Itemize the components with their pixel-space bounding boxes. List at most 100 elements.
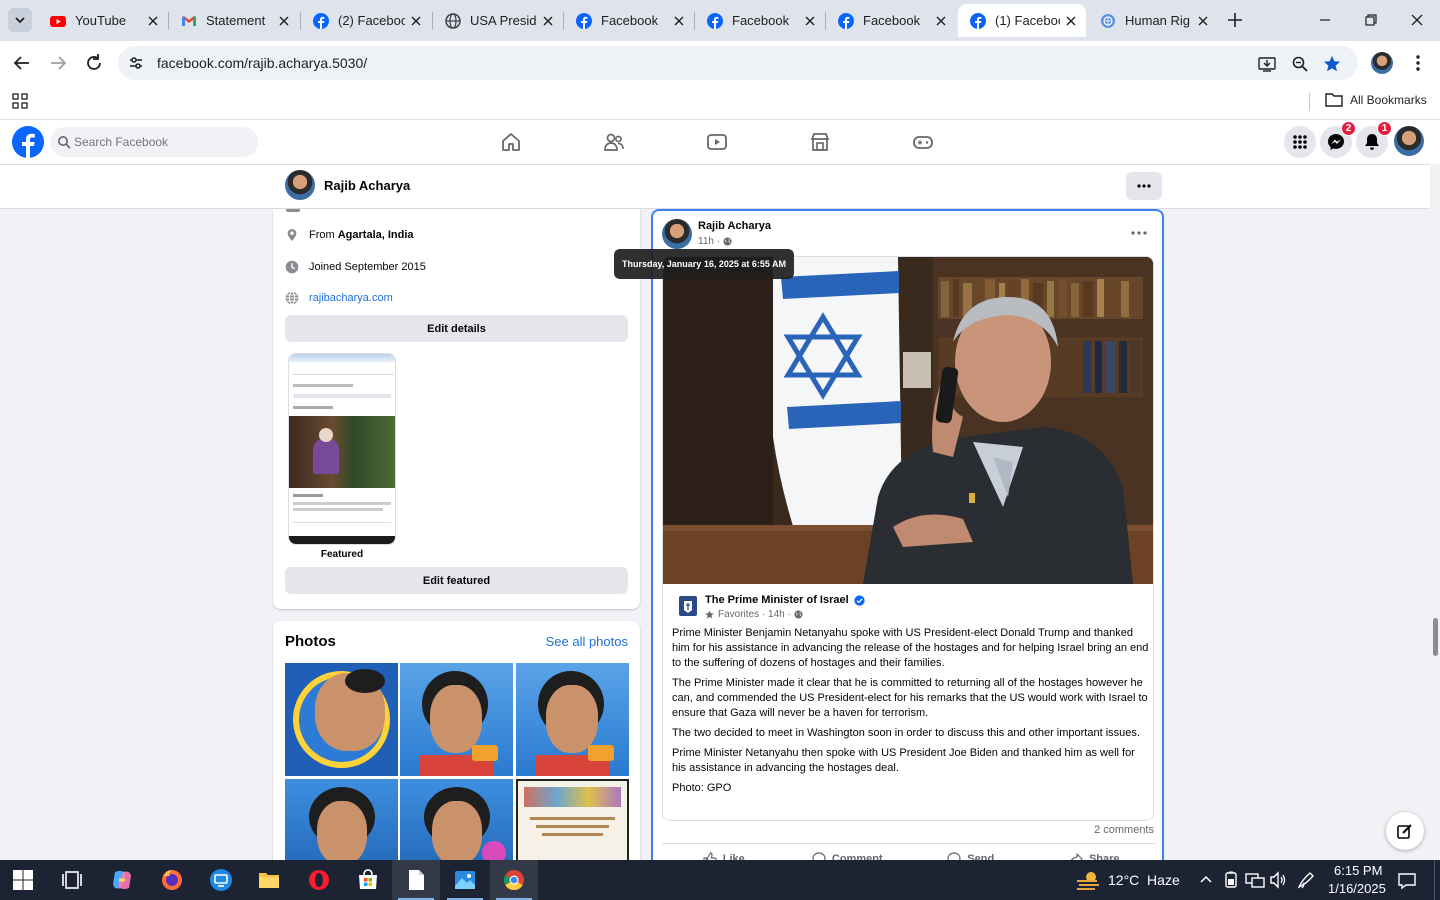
- copilot-icon[interactable]: [110, 868, 134, 892]
- shared-page-name[interactable]: The Prime Minister of Israel: [705, 594, 865, 606]
- facebook-search-input[interactable]: [74, 131, 249, 153]
- video-icon[interactable]: [706, 131, 728, 153]
- file-explorer-icon[interactable]: [257, 868, 281, 892]
- restore-icon[interactable]: [1361, 10, 1381, 30]
- clock-date[interactable]: 1/16/2025: [1328, 881, 1386, 896]
- comments-count[interactable]: 2 comments: [1094, 824, 1154, 836]
- post-photo[interactable]: [663, 257, 1153, 584]
- microsoft-store-icon[interactable]: [356, 868, 380, 892]
- install-app-icon[interactable]: [1258, 55, 1276, 73]
- apps-grid-icon[interactable]: [12, 93, 28, 109]
- browser-tab-usa-president[interactable]: USA Preside: [433, 4, 563, 37]
- browser-tab-facebook-2[interactable]: (2) Faceboo: [301, 4, 431, 37]
- new-tab-plus-icon[interactable]: [1226, 11, 1244, 29]
- close-icon[interactable]: [672, 14, 686, 28]
- network-icon[interactable]: [1245, 871, 1265, 889]
- shared-post[interactable]: The Prime Minister of Israel Favorites ·…: [662, 256, 1154, 821]
- opera-icon[interactable]: [307, 868, 331, 892]
- weather-haze-icon[interactable]: [1075, 868, 1101, 892]
- browser-tab-facebook-b[interactable]: Facebook: [695, 4, 825, 37]
- close-icon[interactable]: [934, 14, 948, 28]
- profile-name[interactable]: Rajib Acharya: [324, 178, 410, 193]
- chevron-up-icon[interactable]: [1198, 872, 1214, 888]
- window-close-icon[interactable]: [1407, 10, 1427, 30]
- facebook-search-box[interactable]: [50, 127, 258, 157]
- edit-details-button[interactable]: Edit details: [285, 315, 628, 342]
- edit-featured-button[interactable]: Edit featured: [285, 567, 628, 594]
- remote-desktop-icon[interactable]: [209, 868, 233, 892]
- menu-button[interactable]: [1284, 126, 1316, 158]
- bookmark-star-icon[interactable]: [1323, 55, 1341, 73]
- forward-arrow-icon[interactable]: [47, 52, 69, 74]
- firefox-icon[interactable]: [160, 868, 184, 892]
- photo-thumbnail[interactable]: [516, 663, 629, 776]
- marketplace-icon[interactable]: [809, 131, 831, 153]
- back-arrow-icon[interactable]: [11, 52, 33, 74]
- website-link[interactable]: rajibacharya.com: [309, 292, 393, 304]
- post-options-icon[interactable]: [1129, 223, 1149, 243]
- post-paragraph: The two decided to meet in Washington so…: [672, 727, 1140, 739]
- close-icon[interactable]: [409, 14, 423, 28]
- close-icon[interactable]: [277, 14, 291, 28]
- profile-more-button[interactable]: [1126, 172, 1162, 200]
- account-avatar[interactable]: [1394, 126, 1424, 156]
- from-row: From Agartala, India: [285, 226, 414, 244]
- task-view-icon[interactable]: [60, 868, 84, 892]
- browser-tab-facebook-active[interactable]: (1) Faceboo: [958, 4, 1086, 37]
- menu-grid-icon: [1293, 135, 1307, 149]
- post-author-avatar[interactable]: [662, 219, 692, 249]
- new-message-button[interactable]: [1386, 812, 1424, 850]
- featured-item[interactable]: [288, 353, 396, 545]
- show-desktop-button[interactable]: [1434, 860, 1440, 900]
- notifications-button[interactable]: 1: [1356, 121, 1392, 158]
- friends-icon[interactable]: [603, 131, 625, 153]
- from-place[interactable]: Agartala, India: [338, 229, 414, 241]
- page-scrollbar[interactable]: [1430, 164, 1440, 860]
- kebab-menu-icon[interactable]: [1408, 53, 1428, 73]
- battery-icon[interactable]: [1222, 871, 1240, 889]
- scrollbar-thumb[interactable]: [1433, 618, 1438, 656]
- close-icon[interactable]: [1196, 14, 1210, 28]
- volume-icon[interactable]: [1269, 871, 1287, 889]
- messenger-button[interactable]: 2: [1320, 121, 1356, 158]
- clock-time[interactable]: 6:15 PM: [1334, 863, 1382, 878]
- tab-search-button[interactable]: [8, 8, 32, 32]
- profile-avatar[interactable]: [285, 170, 315, 200]
- location-pin-icon: [287, 229, 297, 241]
- facebook-logo-icon[interactable]: [12, 126, 44, 158]
- browser-tab-facebook-c[interactable]: Facebook: [826, 4, 956, 37]
- notification-center-icon[interactable]: [1397, 871, 1417, 891]
- browser-tab-gmail[interactable]: Statement: [169, 4, 299, 37]
- see-all-photos-link[interactable]: See all photos: [546, 634, 628, 649]
- all-bookmarks-button[interactable]: All Bookmarks: [1325, 92, 1427, 108]
- pen-ink-icon[interactable]: [1296, 870, 1316, 890]
- notepad-icon: [409, 870, 424, 890]
- site-info-icon[interactable]: [128, 55, 144, 71]
- gaming-icon[interactable]: [912, 131, 934, 153]
- close-icon[interactable]: [803, 14, 817, 28]
- taskbar-active-notepad[interactable]: [392, 860, 440, 900]
- post-time[interactable]: 11h ·: [698, 236, 732, 247]
- browser-tab-human-rights[interactable]: Human Rig: [1088, 4, 1218, 37]
- taskbar-photos-app[interactable]: [441, 860, 489, 900]
- taskbar-active-chrome[interactable]: [490, 860, 538, 900]
- browser-tab-facebook-a[interactable]: Facebook: [564, 4, 694, 37]
- zoom-icon[interactable]: [1291, 55, 1309, 73]
- facebook-icon: [970, 12, 986, 29]
- chrome-profile-avatar[interactable]: [1371, 52, 1393, 74]
- close-icon[interactable]: [541, 14, 555, 28]
- windows-start-icon[interactable]: [12, 869, 34, 891]
- post-paragraph: Prime Minister Netanyahu then spoke with…: [672, 747, 1135, 774]
- reload-icon[interactable]: [83, 52, 105, 74]
- weather-text[interactable]: 12°C Haze: [1108, 872, 1180, 888]
- url-text[interactable]: facebook.com/rajib.acharya.5030/: [157, 55, 367, 71]
- address-bar[interactable]: facebook.com/rajib.acharya.5030/: [118, 46, 1358, 80]
- browser-tab-youtube[interactable]: YouTube: [38, 4, 168, 37]
- home-icon[interactable]: [500, 131, 522, 153]
- photo-thumbnail[interactable]: [285, 663, 398, 776]
- close-icon[interactable]: [146, 14, 160, 28]
- photo-thumbnail[interactable]: [400, 663, 513, 776]
- minimize-icon[interactable]: [1315, 10, 1335, 30]
- post-author[interactable]: Rajib Acharya: [698, 220, 771, 232]
- close-icon[interactable]: [1064, 14, 1078, 28]
